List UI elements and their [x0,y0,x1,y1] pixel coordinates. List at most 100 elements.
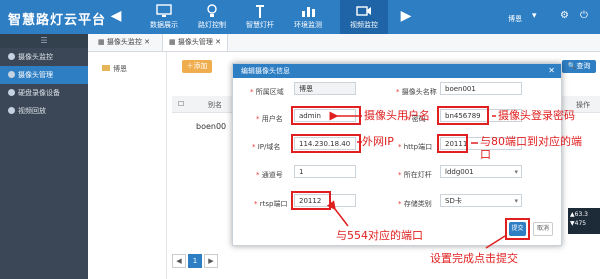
add-button-label: 添加 [193,62,208,70]
tree-node-root[interactable]: 博恩 [102,64,127,74]
label-text: 摄像头名称 [401,88,437,96]
tree-node-label: 博恩 [113,65,127,73]
tab-bar: ▦ 摄像头监控 ✕ ▦ 摄像头管理 ✕ [88,34,600,52]
menu-toggle-icon[interactable]: ☰ [0,34,88,48]
nav-label: 智慧灯杆 [246,21,274,29]
column-header-action: 操作 [576,101,590,109]
user-dropdown-icon[interactable]: ▾ [532,11,537,21]
sidebar-item-label: 硬盘录像设备 [18,89,60,97]
query-button-label: 查询 [576,62,591,70]
label-text: 所在灯杆 [403,171,432,179]
storage-label: * 存储类别 [398,200,432,208]
region-tree: 博恩 [88,52,167,279]
annotation-submit: 设置完成点击提交 [430,252,518,265]
add-button[interactable]: ＋添加 [182,60,212,73]
nav-item-data[interactable]: 数据展示 [140,0,188,34]
top-bar: 智慧路灯云平台 ◀ 数据展示 路灯控制 智慧灯杆 环境监测 视频监控 ▶ 博恩 … [0,0,600,34]
cancel-button[interactable]: 取消 [533,222,553,236]
nav-label: 环境监测 [294,21,322,29]
camera-name-field[interactable]: boen001 [440,82,522,95]
nav-label: 数据展示 [150,21,178,29]
lamp-pole-label: * 所在灯杆 [398,171,432,179]
select-all-checkbox[interactable]: ☐ [178,100,184,108]
ip-highlight [291,134,361,153]
rtsp-port-highlight [291,191,331,210]
tab-camera-monitor[interactable]: ▦ 摄像头监控 ✕ [92,34,156,51]
lamp-pole-select[interactable]: lddg001 [440,165,522,179]
pole-icon [256,5,264,18]
username-highlight [291,106,361,125]
annotation-rtsp-port: 与554对应的端口 [336,229,423,242]
sidebar-item-nvr[interactable]: 硬盘录像设备 [0,84,88,102]
lamp-icon [207,4,217,17]
prev-page-icon[interactable]: ◀ [172,254,186,268]
annotation-http-port: 与80端口到对应的端口 [480,135,582,161]
sidebar-item-camera-manage[interactable]: 摄像头管理 [0,66,88,84]
close-icon[interactable]: ✕ [142,38,150,46]
sidebar-item-label: 摄像头监控 [18,53,53,61]
disk-icon [8,89,15,96]
settings-icon[interactable]: ⚙ [560,10,569,21]
annotation-ip: 外网IP [362,135,394,148]
submit-highlight [505,218,530,240]
sidebar-item-label: 视频回放 [18,107,46,115]
region-label: * 所属区域 [250,88,284,96]
label-text: 通道号 [261,171,283,179]
user-name[interactable]: 博恩 [508,14,522,24]
nav-item-lamp-control[interactable]: 路灯控制 [188,0,236,34]
power-icon[interactable]: ⏻ [580,10,588,21]
channel-label: * 通道号 [256,171,283,179]
column-header-alias: 别名 [208,101,222,109]
close-icon[interactable]: ✕ [548,64,555,78]
folder-icon [102,65,110,71]
grid-icon: ▦ [169,38,178,46]
dialog-title: 编辑摄像头信息 [233,64,561,78]
download-value: 475 [574,220,587,227]
rtsp-port-label: * rtsp端口 [254,200,288,208]
sidebar-item-playback[interactable]: 视频回放 [0,102,88,120]
tab-camera-manage[interactable]: ▦ 摄像头管理 ✕ [162,34,228,51]
label-text: 用户名 [261,115,283,123]
page-number[interactable]: 1 [188,254,202,268]
grid-icon: ▦ [98,38,107,46]
upload-value: 63.3 [574,211,588,218]
camera-name-label: * 摄像头名称 [396,88,437,96]
table-row[interactable]: boen00 [196,122,226,131]
tab-label: 摄像头监控 [106,38,142,46]
monitor-icon [156,4,172,17]
upload-rate: ▲63.3 [570,211,588,218]
camera-icon [356,6,371,16]
play-icon [8,107,15,114]
next-page-icon[interactable]: ▶ [204,254,218,268]
label-text: http端口 [403,143,433,151]
nav-item-smart-pole[interactable]: 智慧灯杆 [236,0,284,34]
sidebar: ☰ 摄像头监控 摄像头管理 硬盘录像设备 视频回放 [0,34,88,279]
label-text: 所属区域 [255,88,284,96]
annotation-password: 摄像头登录密码 [498,109,575,122]
chart-icon [302,7,315,17]
label-text: rtsp端口 [259,200,288,208]
http-port-label: * http端口 [398,143,433,151]
nav-item-environment[interactable]: 环境监测 [284,0,332,34]
network-stats: ▲63.3 ▼475 [568,208,600,234]
camera-icon [8,53,15,60]
query-button[interactable]: 🔍查询 [562,60,596,73]
nav-item-video[interactable]: 视频监控 [340,0,388,34]
sidebar-item-label: 摄像头管理 [18,71,53,79]
close-icon[interactable]: ✕ [213,38,221,46]
storage-select[interactable]: SD卡 [440,194,522,208]
tab-label: 摄像头管理 [177,38,213,46]
nav-label: 视频监控 [350,21,378,29]
nav-next-icon[interactable]: ▶ [398,7,414,25]
annotation-username: 摄像头用户名 [364,109,430,122]
download-rate: ▼475 [570,220,587,227]
label-text: 存储类别 [403,200,432,208]
channel-field[interactable]: 1 [294,165,356,178]
password-highlight [437,106,489,125]
sidebar-item-camera-monitor[interactable]: 摄像头监控 [0,48,88,66]
username-label: * 用户名 [256,115,283,123]
region-field[interactable]: 博恩 [294,82,356,95]
nav-prev-icon[interactable]: ◀ [108,7,124,25]
camera-icon [8,71,15,78]
pagination: ◀ 1 ▶ [172,254,262,268]
